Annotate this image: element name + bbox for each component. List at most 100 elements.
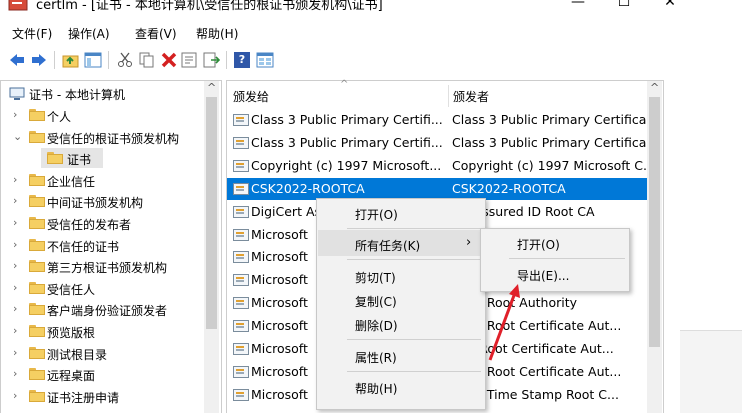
submenu-arrow-icon: ›: [466, 235, 472, 250]
tree-item-label: 受信任人: [47, 282, 96, 297]
tree-scroll-up-button[interactable]: ^: [207, 81, 216, 94]
ctx-properties[interactable]: 属性(R): [355, 349, 397, 366]
tree-item-label: 受信任的根证书颁发机构: [47, 131, 180, 146]
ctx-all-tasks[interactable]: 所有任务(K) ›: [318, 230, 482, 256]
folder-icon: [29, 368, 45, 381]
ctx-help[interactable]: 帮助(H): [355, 380, 397, 397]
submenu-export[interactable]: 导出(E)...: [517, 267, 569, 284]
certificate-row[interactable]: CSK2022-ROOTCA CSK2022-ROOTCA: [227, 177, 647, 200]
cell-issued-by: Copyright (c) 1997 Microsoft C...: [452, 157, 655, 173]
back-arrow-icon[interactable]: [8, 52, 26, 68]
ctx-separator: [347, 259, 481, 260]
certificate-icon: [233, 251, 249, 264]
toolbar: ?: [0, 44, 742, 78]
folder-icon: [47, 152, 63, 165]
show-hide-tree-icon[interactable]: [84, 52, 102, 68]
forward-arrow-icon[interactable]: [30, 52, 48, 68]
tree-item[interactable]: › 证书注册申请: [1, 386, 201, 406]
tree-item-label: 证书: [67, 153, 92, 168]
context-menu: 打开(O) 所有任务(K) › 剪切(T) 复制(C) 删除(D) 属性(R) …: [316, 198, 486, 410]
help-icon[interactable]: ?: [234, 52, 250, 68]
list-scrollbar[interactable]: ^: [647, 81, 662, 413]
tree-item[interactable]: › 客户端身份验证颁发者: [1, 299, 201, 319]
tree-item-label: 预览版根: [47, 326, 96, 340]
certificate-row[interactable]: Class 3 Public Primary Certifi... Class 3…: [227, 109, 658, 131]
menu-file[interactable]: 文件(F): [12, 25, 52, 42]
tree-item[interactable]: › 预览版根: [1, 321, 201, 341]
cell-issued-to: Microsoft: [251, 226, 308, 242]
tree-item[interactable]: ⌄ 受信任的根证书颁发机构: [1, 127, 201, 147]
tree-scrollbar-thumb[interactable]: [206, 97, 217, 329]
close-button[interactable]: ✕: [647, 0, 693, 16]
menu-help[interactable]: 帮助(H): [196, 25, 238, 42]
ctx-cut[interactable]: 剪切(T): [355, 269, 396, 286]
chevron-right-icon[interactable]: ›: [13, 389, 17, 402]
column-header-issued-to[interactable]: 颁发给 ^: [233, 79, 448, 107]
column-header-issued-by[interactable]: 颁发者: [453, 83, 643, 107]
ctx-open[interactable]: 打开(O): [355, 206, 398, 223]
minimize-button[interactable]: —: [555, 0, 601, 16]
annotation-arrow: [488, 284, 520, 361]
list-scroll-up-button[interactable]: ^: [650, 81, 659, 94]
tree-item[interactable]: › 企业信任: [1, 170, 201, 190]
folder-icon: [29, 389, 45, 402]
tree-item-label: 测试根目录: [47, 347, 108, 362]
submenu-open[interactable]: 打开(O): [517, 236, 560, 253]
tree-item[interactable]: › 受信任人: [1, 278, 201, 298]
folder-icon: [29, 173, 45, 186]
chevron-down-icon[interactable]: ⌄: [13, 130, 22, 143]
tree-item[interactable]: › 第三方根证书颁发机构: [1, 256, 201, 276]
folder-icon: [29, 130, 45, 143]
chevron-right-icon[interactable]: ›: [13, 367, 17, 380]
cut-icon[interactable]: [116, 52, 134, 68]
folder-icon: [29, 281, 45, 294]
tree-scrollbar[interactable]: ^: [204, 81, 219, 413]
chevron-right-icon[interactable]: ›: [13, 324, 17, 337]
tree-item[interactable]: › 测试根目录: [1, 343, 201, 363]
menu-bar: 文件(F) 操作(A) 查看(V) 帮助(H): [0, 20, 742, 44]
cell-issued-to: DigiCert As: [251, 203, 322, 219]
chevron-right-icon[interactable]: ›: [13, 194, 17, 207]
properties-icon[interactable]: [180, 52, 198, 68]
column-header-issued-by-label: 颁发者: [453, 90, 490, 104]
console-icon[interactable]: [256, 52, 274, 68]
cell-issued-to: CSK2022-ROOTCA: [251, 180, 365, 196]
tree-item[interactable]: › 不信任的证书: [1, 235, 201, 255]
copy-icon[interactable]: [138, 52, 156, 68]
computer-certificate-icon: [9, 87, 25, 100]
chevron-right-icon[interactable]: ›: [13, 238, 17, 251]
tree-item[interactable]: › 个人: [1, 105, 201, 125]
ctx-delete[interactable]: 删除(D): [355, 317, 398, 334]
chevron-right-icon[interactable]: ›: [13, 346, 17, 359]
chevron-right-icon[interactable]: ›: [13, 173, 17, 186]
ctx-copy[interactable]: 复制(C): [355, 293, 397, 310]
tree-item[interactable]: › 受信任的发布者: [1, 213, 201, 233]
ctx-separator: [347, 371, 481, 372]
chevron-right-icon[interactable]: ›: [13, 259, 17, 272]
tree-item-label: 个人: [47, 110, 72, 124]
delete-icon[interactable]: [160, 52, 178, 68]
title-bar: certlm - [证书 - 本地计算机\受信任的根证书颁发机构\证书] — ☐…: [0, 0, 742, 18]
menu-view[interactable]: 查看(V): [135, 25, 177, 42]
column-divider[interactable]: [448, 85, 449, 107]
cell-issued-to: Class 3 Public Primary Certifi...: [251, 134, 443, 150]
cell-issued-to: Microsoft: [251, 295, 308, 311]
tree-item-label: 中间证书颁发机构: [47, 196, 144, 211]
chevron-right-icon[interactable]: ›: [13, 302, 17, 315]
ctx-all-tasks-label: 所有任务(K): [355, 239, 421, 253]
chevron-right-icon[interactable]: ›: [13, 108, 17, 121]
certificate-row[interactable]: Copyright (c) 1997 Microsoft... Copyright…: [227, 155, 655, 177]
chevron-right-icon[interactable]: ›: [13, 281, 17, 294]
maximize-button[interactable]: ☐: [601, 0, 647, 16]
export-list-icon[interactable]: [202, 52, 220, 68]
tree-root[interactable]: 证书 - 本地计算机: [1, 83, 201, 103]
chevron-right-icon[interactable]: ›: [13, 216, 17, 229]
folder-icon: [29, 238, 45, 251]
up-folder-icon[interactable]: [62, 52, 80, 68]
tree-item[interactable]: › 中间证书颁发机构: [1, 191, 201, 211]
menu-action[interactable]: 操作(A): [68, 25, 110, 42]
tree-item[interactable]: › 远程桌面: [1, 364, 201, 384]
tree-item[interactable]: 证书: [41, 148, 103, 169]
certificate-row[interactable]: Class 3 Public Primary Certifi... Class 3…: [227, 132, 658, 154]
list-scrollbar-thumb[interactable]: [649, 97, 660, 347]
